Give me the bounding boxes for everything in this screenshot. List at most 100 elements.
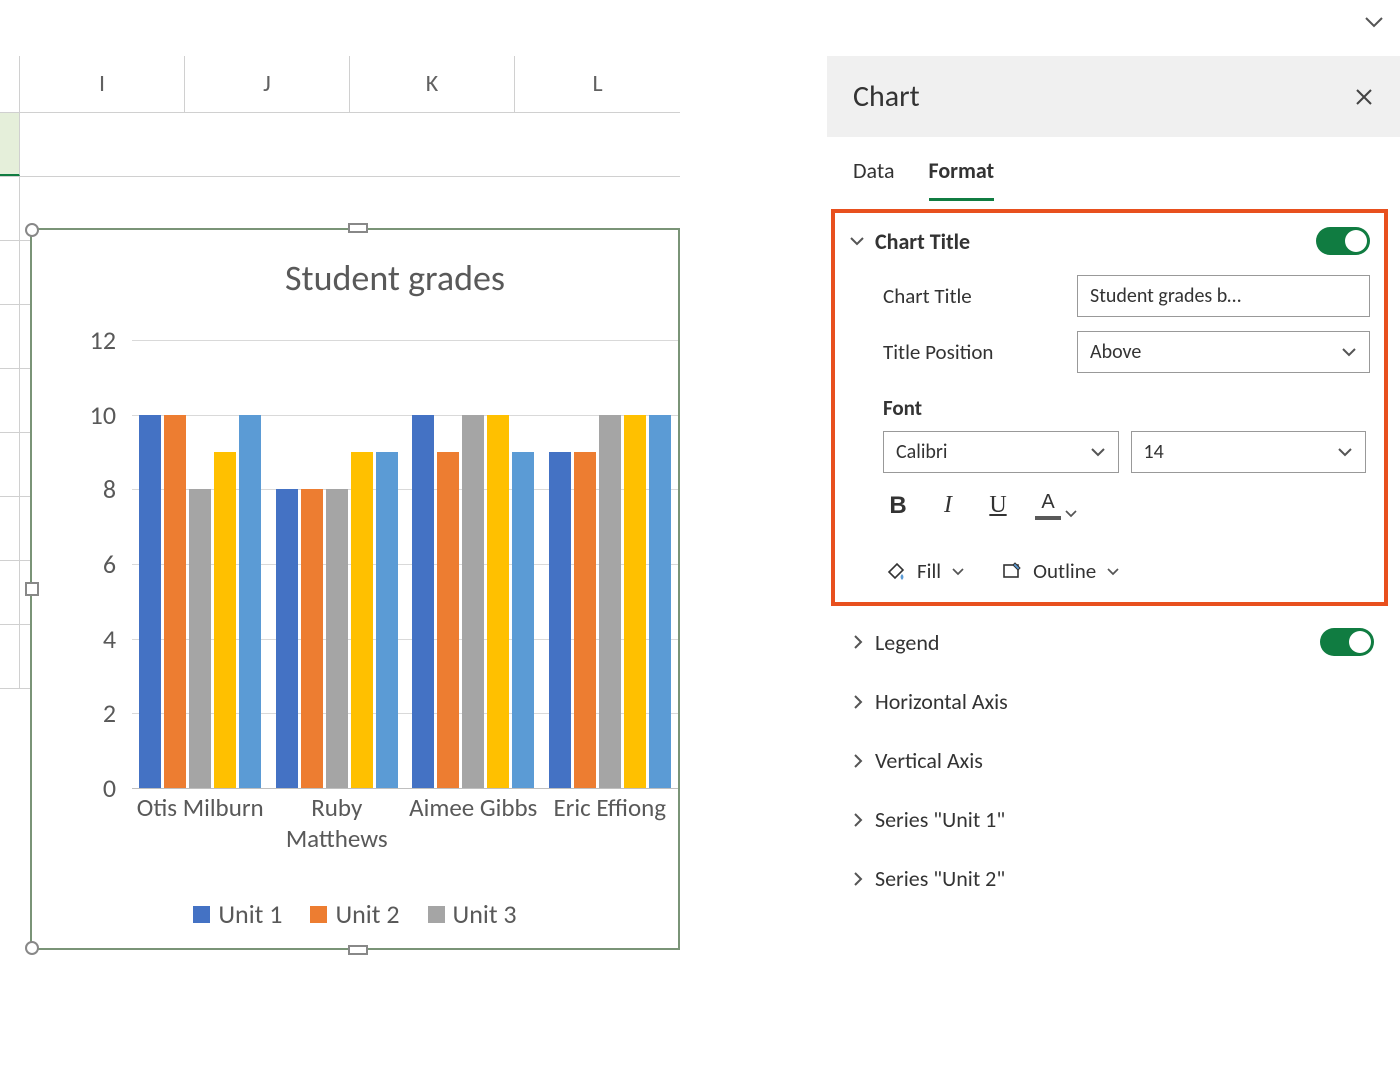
bar[interactable] [487,415,509,788]
tab-format[interactable]: Format [929,157,995,201]
bar[interactable] [164,415,186,788]
bar[interactable] [189,489,211,788]
y-tick-label: 8 [103,473,116,505]
paint-bucket-icon [885,560,907,582]
resize-handle[interactable] [348,945,368,955]
row-header[interactable] [0,177,20,240]
bar[interactable] [239,415,261,788]
section-horizontal-axis[interactable]: Horizontal Axis [827,672,1400,731]
chevron-down-icon [849,236,865,246]
row-header[interactable] [0,433,20,496]
bar[interactable] [412,415,434,788]
legend-item[interactable]: Unit 3 [428,898,517,930]
chevron-right-icon [853,694,863,710]
chevron-down-icon [1341,347,1357,357]
panel-title: Chart [853,78,920,115]
legend-toggle[interactable] [1320,628,1374,656]
bar[interactable] [624,415,646,788]
bar[interactable] [549,452,571,788]
section-series-unit-2[interactable]: Series "Unit 2" [827,849,1400,908]
bar-group[interactable] [542,340,679,788]
grid-area [132,340,678,788]
chart-title-toggle[interactable] [1316,227,1370,255]
font-style-buttons: B I U A [885,491,1370,520]
outline-icon [1001,560,1023,582]
bar[interactable] [376,452,398,788]
bar[interactable] [574,452,596,788]
chevron-down-icon [1065,510,1077,518]
row-header[interactable] [0,305,20,368]
bar[interactable] [276,489,298,788]
bar[interactable] [326,489,348,788]
bar[interactable] [512,452,534,788]
bar[interactable] [462,415,484,788]
bar-group[interactable] [405,340,542,788]
legend-item[interactable]: Unit 2 [310,898,399,930]
x-axis-labels[interactable]: Otis MilburnRuby MatthewsAimee GibbsEric… [132,786,678,854]
font-name-select[interactable]: Calibri [883,431,1119,473]
row-header[interactable] [0,369,20,432]
chart-object[interactable]: Student grades 024681012 Otis MilburnRub… [30,228,680,950]
plot-area[interactable]: 024681012 [72,340,678,788]
title-position-select[interactable]: Above [1077,331,1370,373]
x-axis-label: Otis Milburn [132,786,269,854]
font-color-button[interactable]: A [1035,491,1077,520]
chevron-down-icon [1090,447,1106,457]
column-header[interactable]: K [350,56,515,112]
section-label: Legend [875,629,939,656]
select-all-corner[interactable] [0,56,20,112]
legend-label: Unit 2 [335,898,399,930]
y-axis[interactable]: 024681012 [72,340,126,788]
row-header[interactable] [0,625,20,688]
bars-container [132,340,678,788]
section-heading: Chart Title [875,228,970,255]
outline-button[interactable]: Outline [1001,558,1120,584]
row-header[interactable] [0,241,20,304]
chart-legend[interactable]: Unit 1 Unit 2 Unit 3 [32,898,678,930]
font-size-select[interactable]: 14 [1131,431,1367,473]
bar[interactable] [301,489,323,788]
bar-group[interactable] [132,340,269,788]
section-vertical-axis[interactable]: Vertical Axis [827,731,1400,790]
resize-handle[interactable] [25,582,39,596]
font-size-value: 14 [1144,440,1164,464]
row-header[interactable] [0,561,20,624]
row-header[interactable] [0,497,20,560]
chevron-right-icon [853,634,863,650]
bar[interactable] [139,415,161,788]
bar[interactable] [214,452,236,788]
bar[interactable] [351,452,373,788]
font-color-icon: A [1035,491,1061,520]
chevron-right-icon [853,812,863,828]
collapse-ribbon-chevron-icon[interactable] [1364,16,1384,28]
font-name-value: Calibri [896,440,948,464]
resize-handle[interactable] [25,223,39,237]
fill-button[interactable]: Fill [885,558,965,584]
column-header[interactable]: J [185,56,350,112]
column-headers-row: I J K L [0,56,680,113]
legend-item[interactable]: Unit 1 [193,898,282,930]
resize-handle[interactable] [25,941,39,955]
tab-data[interactable]: Data [853,157,895,201]
resize-handle[interactable] [348,223,368,233]
bar-group[interactable] [269,340,406,788]
bar[interactable] [437,452,459,788]
chart-title[interactable]: Student grades [112,256,678,300]
bar[interactable] [599,415,621,788]
column-header[interactable]: I [20,56,185,112]
bold-button[interactable]: B [885,492,911,520]
bar[interactable] [649,415,671,788]
x-axis-label: Aimee Gibbs [405,786,542,854]
chart-format-panel: Chart Data Format Chart Title Chart Titl… [827,56,1400,1078]
y-tick-label: 10 [90,399,116,431]
section-series-unit-1[interactable]: Series "Unit 1" [827,790,1400,849]
column-header[interactable]: L [515,56,680,112]
close-icon[interactable] [1354,87,1374,107]
chart-title-input[interactable]: Student grades b… [1077,275,1370,317]
row-header[interactable] [0,113,20,176]
section-legend[interactable]: Legend [827,612,1400,672]
underline-button[interactable]: U [985,492,1011,519]
section-toggle-chart-title[interactable]: Chart Title [849,228,970,255]
fill-label: Fill [917,558,941,584]
italic-button[interactable]: I [935,492,961,519]
